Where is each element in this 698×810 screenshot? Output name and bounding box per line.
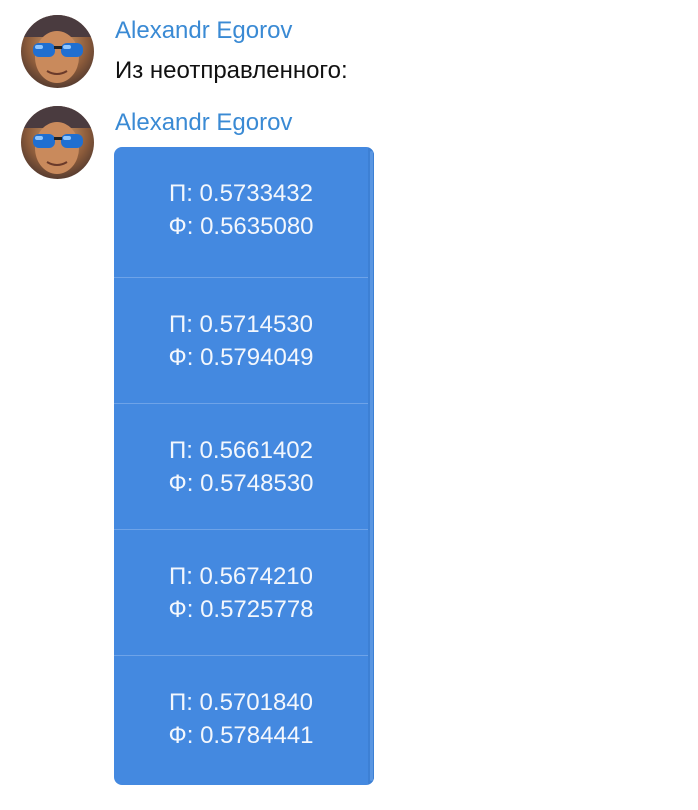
inline-button-line: П: 0.5674210 [168,563,314,590]
inline-button[interactable]: П: 0.5674210 Ф: 0.5725778 [114,529,368,656]
inline-button-line: П: 0.5733432 [168,180,314,207]
inline-button-line: П: 0.5714530 [168,311,314,338]
avatar-photo-icon [21,15,94,88]
inline-button-line: Ф: 0.5784441 [168,722,314,749]
message-text: Из неотправленного: [115,57,348,84]
inline-button[interactable]: П: 0.5733432 Ф: 0.5635080 [114,147,368,273]
inline-keyboard: П: 0.5733432 Ф: 0.5635080 П: 0.5714530 Ф… [114,147,374,785]
inline-button-line: Ф: 0.5794049 [168,344,314,371]
inline-button-line: Ф: 0.5725778 [168,596,314,623]
inline-button[interactable]: П: 0.5701840 Ф: 0.5784441 [114,655,368,782]
inline-button-line: П: 0.5701840 [168,689,314,716]
inline-button-line: Ф: 0.5635080 [168,213,314,240]
inline-button[interactable]: П: 0.5714530 Ф: 0.5794049 [114,277,368,404]
scrollbar-thumb[interactable] [370,151,373,781]
inline-button-line: П: 0.5661402 [168,437,314,464]
inline-button-line: Ф: 0.5748530 [168,470,314,497]
avatar-photo-icon [21,106,94,179]
inline-button[interactable]: П: 0.5661402 Ф: 0.5748530 [114,403,368,530]
message-author[interactable]: Alexandr Egorov [115,108,292,138]
avatar[interactable] [21,106,94,179]
keyboard-scrollbar[interactable] [368,147,374,785]
message-author[interactable]: Alexandr Egorov [115,16,292,46]
avatar[interactable] [21,15,94,88]
